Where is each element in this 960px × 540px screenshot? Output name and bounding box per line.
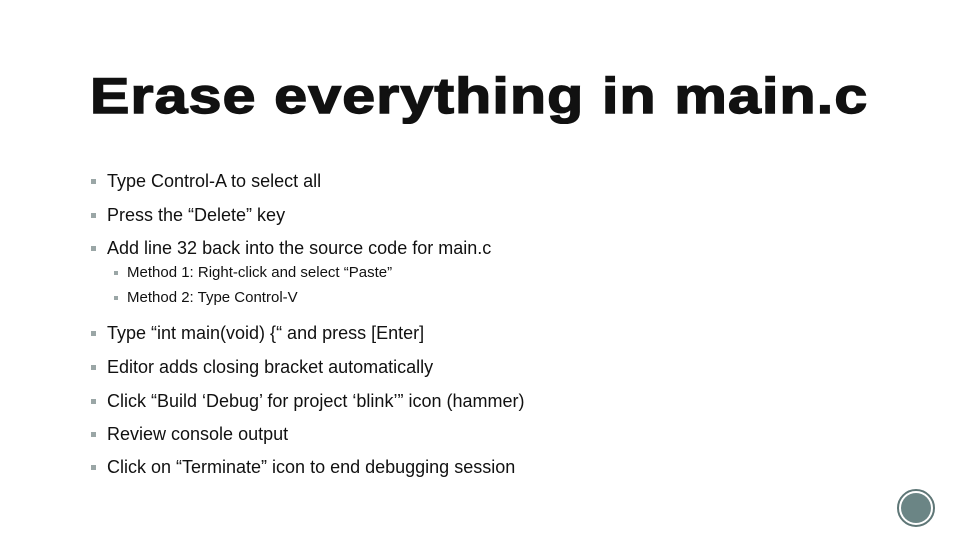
square-bullet-icon — [91, 246, 96, 251]
slide: Erase everything in main.c Type Control-… — [0, 0, 960, 540]
circle-nav-icon[interactable] — [897, 489, 935, 527]
square-bullet-icon — [114, 271, 118, 275]
bullet-text: Editor adds closing bracket automaticall… — [107, 357, 434, 377]
square-bullet-icon — [91, 399, 96, 404]
bullet-text: Click on “Terminate” icon to end debuggi… — [107, 457, 516, 477]
square-bullet-icon — [114, 296, 118, 300]
bullet-text: Review console output — [107, 424, 289, 444]
bullet-item: Click on “Terminate” icon to end debuggi… — [91, 456, 515, 478]
bullet-text: Click “Build ‘Debug’ for project ‘blink’… — [107, 391, 525, 411]
sub-bullet-text: Method 2: Type Control-V — [127, 289, 298, 306]
bullet-item: Type Control-A to select all — [91, 170, 321, 192]
bullet-item: Press the “Delete” key — [91, 204, 285, 226]
bullet-text: Type Control-A to select all — [107, 171, 322, 191]
square-bullet-icon — [91, 365, 96, 370]
bullet-text: Press the “Delete” key — [107, 205, 286, 225]
square-bullet-icon — [91, 179, 96, 184]
bullet-item: Add line 32 back into the source code fo… — [91, 237, 491, 259]
sub-bullet-item: Method 1: Right-click and select “Paste” — [114, 264, 392, 282]
square-bullet-icon — [91, 465, 96, 470]
square-bullet-icon — [91, 213, 96, 218]
bullet-item: Editor adds closing bracket automaticall… — [91, 356, 433, 378]
bullet-text: Type “int main(void) {“ and press [Enter… — [107, 323, 425, 343]
sub-bullet-item: Method 2: Type Control-V — [114, 289, 298, 307]
bullet-item: Click “Build ‘Debug’ for project ‘blink’… — [91, 390, 524, 412]
circle-nav-fill — [901, 493, 931, 523]
bullet-item: Review console output — [91, 423, 288, 445]
slide-title: Erase everything in main.c — [89, 67, 869, 124]
bullet-text: Add line 32 back into the source code fo… — [107, 238, 492, 258]
square-bullet-icon — [91, 331, 96, 336]
bullet-item: Type “int main(void) {“ and press [Enter… — [91, 322, 424, 344]
sub-bullet-text: Method 1: Right-click and select “Paste” — [127, 264, 393, 281]
square-bullet-icon — [91, 432, 96, 437]
